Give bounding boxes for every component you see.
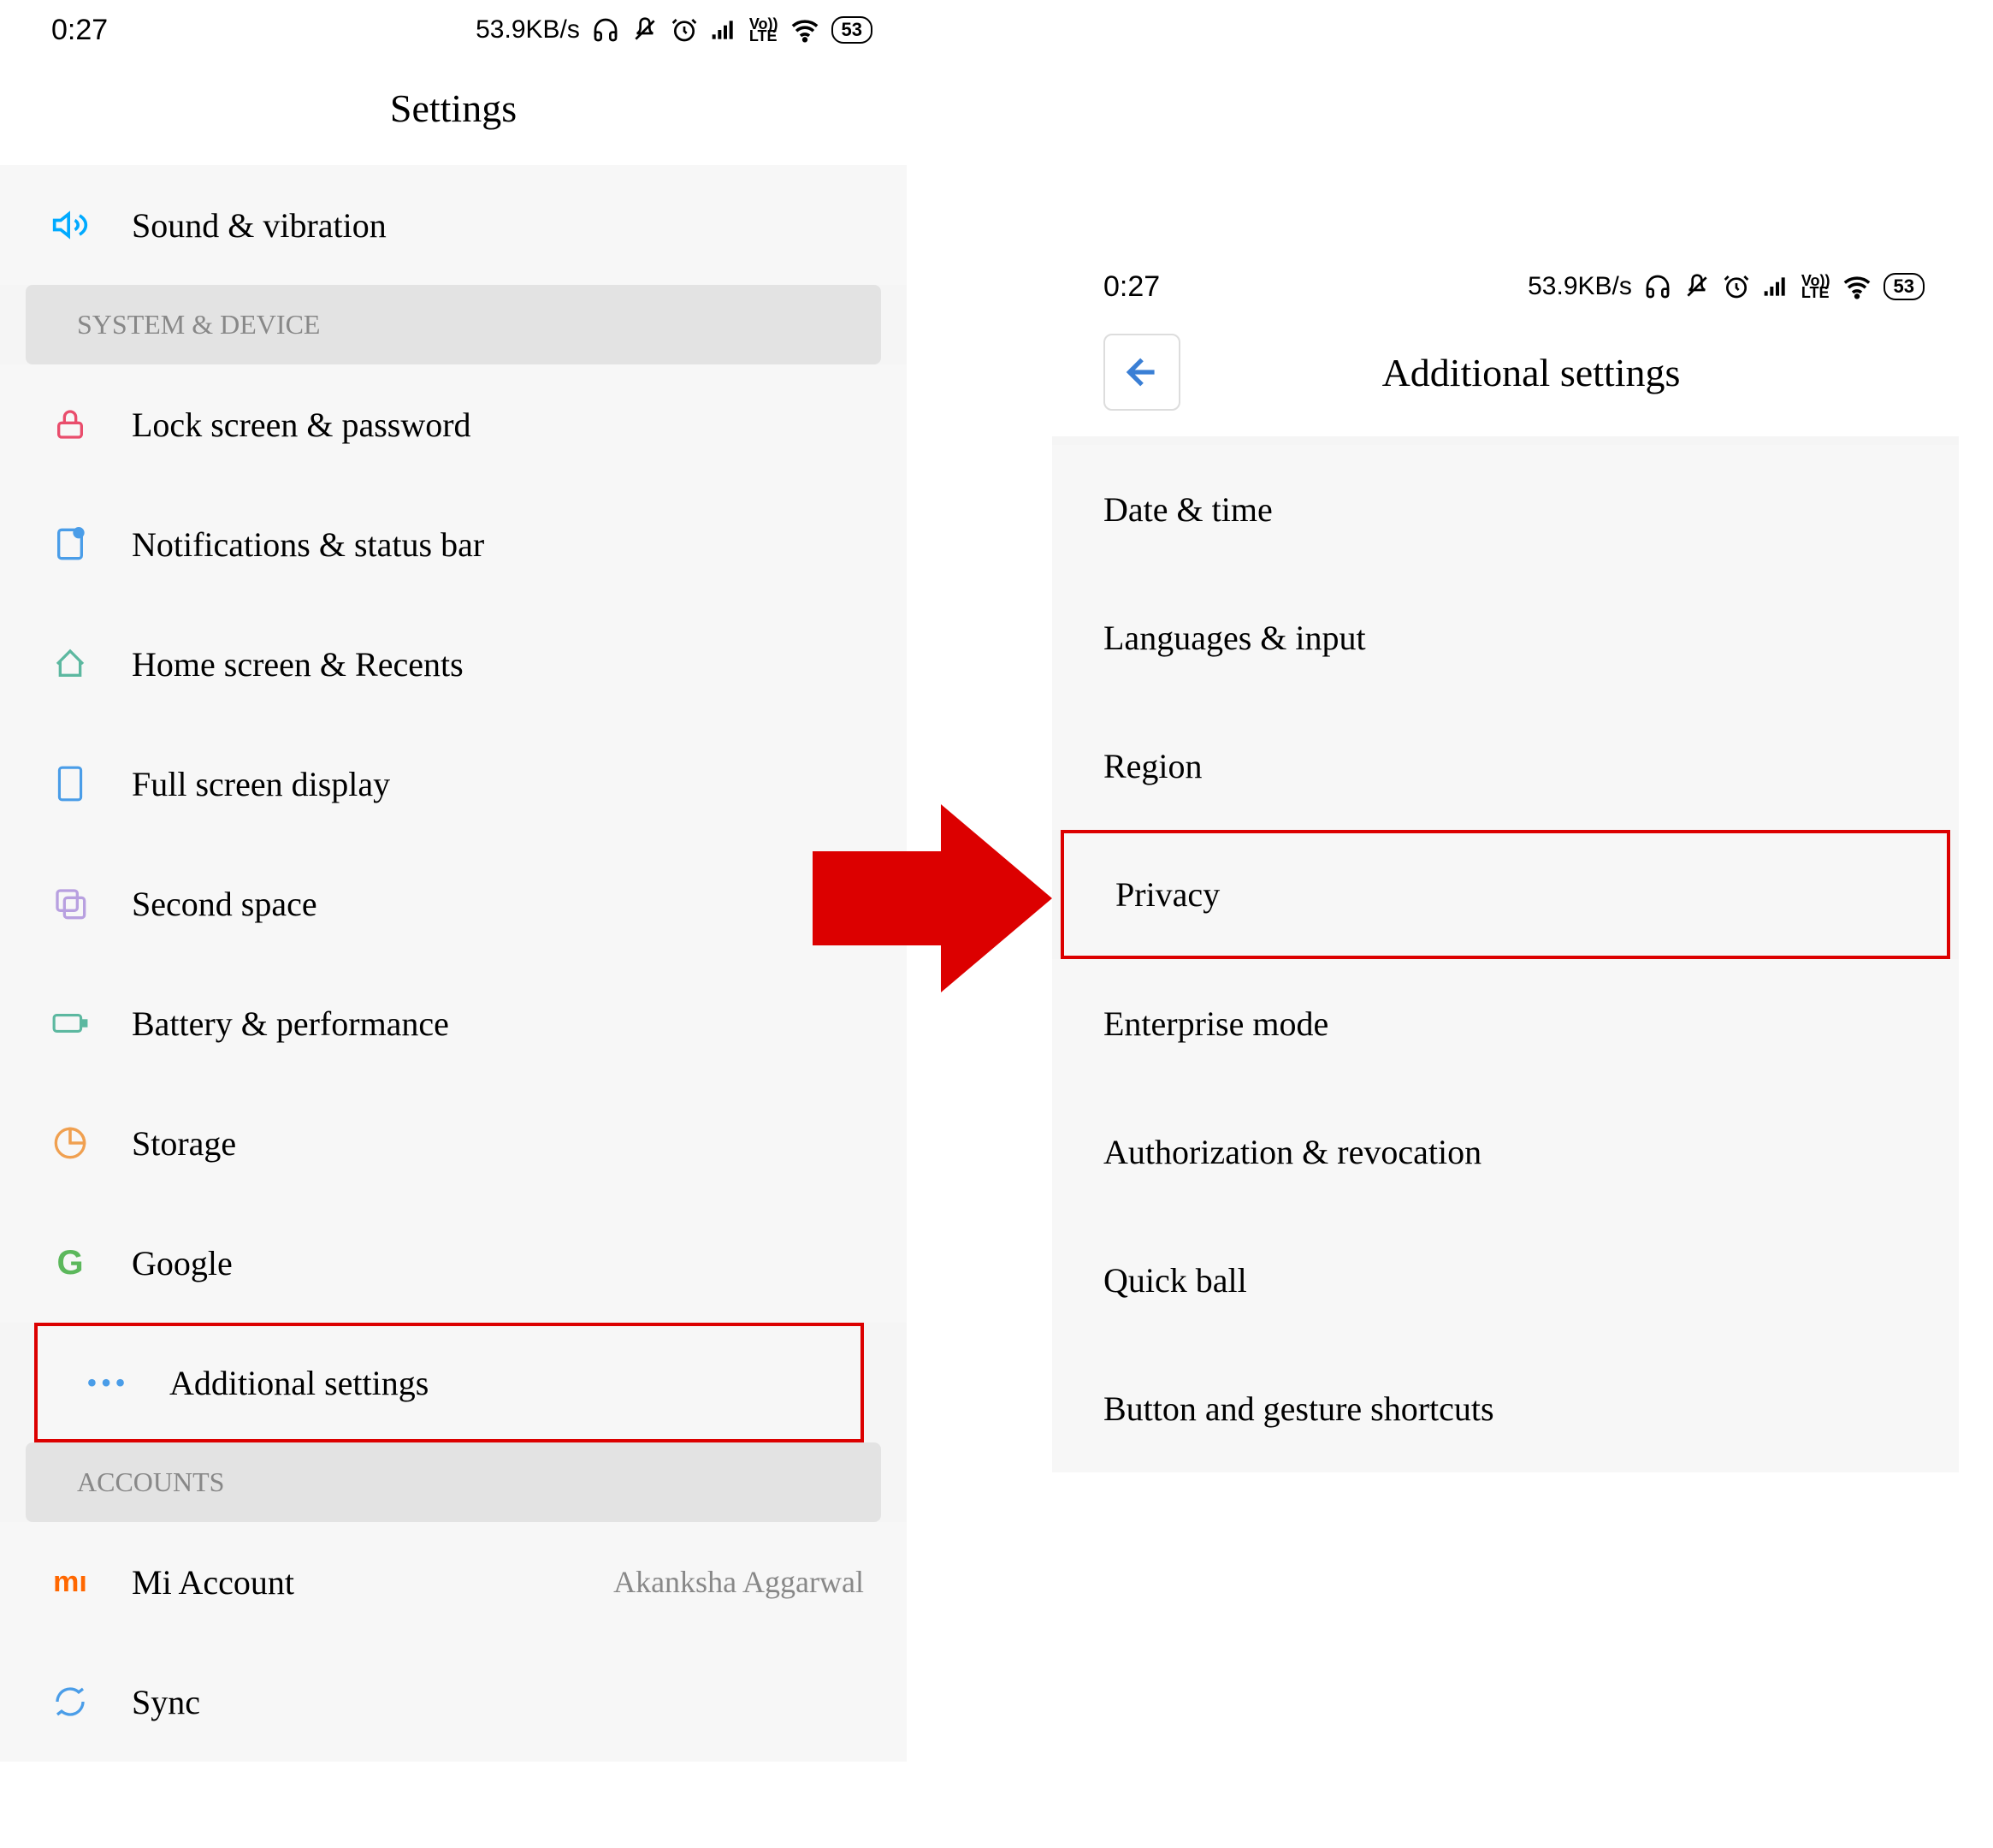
settings-screen: 0:27 53.9KB/s Vo))LTE 53 Settings: [0, 0, 907, 1848]
settings-item-label: Sync: [132, 1682, 881, 1722]
alarm-icon: [671, 16, 698, 44]
storage-icon: [51, 1124, 89, 1162]
home-icon: [51, 645, 89, 683]
additional-item-authorization[interactable]: Authorization & revocation: [1052, 1087, 1959, 1216]
status-time: 0:27: [51, 14, 108, 47]
settings-item-lock[interactable]: Lock screen & password: [0, 364, 907, 484]
signal-icon: [1762, 273, 1789, 300]
status-icons: 53.9KB/s Vo))LTE 53: [1528, 272, 1925, 301]
network-speed: 53.9KB/s: [476, 15, 580, 44]
sound-icon: [51, 206, 89, 244]
status-bar: 0:27 53.9KB/s Vo))LTE 53: [1052, 257, 1959, 317]
additional-settings-screen: 0:27 53.9KB/s Vo))LTE 53 A: [1052, 257, 1959, 1711]
google-icon: G: [51, 1244, 89, 1282]
page-title: Additional settings: [1206, 350, 1933, 395]
section-header-system: SYSTEM & DEVICE: [26, 285, 881, 364]
wifi-icon: [1842, 272, 1872, 301]
battery-icon: [51, 1004, 89, 1042]
settings-item-label: Full screen display: [132, 764, 881, 804]
volte-icon: Vo))LTE: [1801, 275, 1830, 299]
headphones-icon: [1644, 273, 1671, 300]
alarm-icon: [1723, 273, 1750, 300]
settings-item-miaccount[interactable]: mı Mi Account Akanksha Aggarwal: [0, 1522, 907, 1642]
sync-icon: [51, 1683, 89, 1721]
settings-item-label: Additional settings: [169, 1363, 835, 1403]
settings-item-value: Akanksha Aggarwal: [613, 1564, 881, 1600]
page-title: Settings: [0, 60, 907, 165]
battery-indicator: 53: [831, 16, 872, 44]
additional-item-languages[interactable]: Languages & input: [1052, 573, 1959, 702]
wifi-icon: [790, 15, 819, 44]
additional-item-datetime[interactable]: Date & time: [1052, 445, 1959, 573]
title-bar: Additional settings: [1052, 317, 1959, 436]
additional-item-privacy[interactable]: Privacy: [1061, 830, 1950, 959]
settings-item-label: Sound & vibration: [132, 205, 881, 246]
status-time: 0:27: [1103, 270, 1160, 304]
additional-item-quickball[interactable]: Quick ball: [1052, 1216, 1959, 1344]
additional-item-region[interactable]: Region: [1052, 702, 1959, 830]
settings-item-sound[interactable]: Sound & vibration: [0, 165, 907, 285]
settings-item-additional[interactable]: ••• Additional settings: [34, 1323, 864, 1442]
settings-item-label: Mi Account: [132, 1562, 571, 1602]
notifications-icon: [51, 525, 89, 563]
mi-icon: mı: [51, 1563, 89, 1601]
settings-item-fullscreen[interactable]: Full screen display: [0, 724, 907, 844]
settings-item-label: Lock screen & password: [132, 405, 881, 445]
additional-item-shortcuts[interactable]: Button and gesture shortcuts: [1052, 1344, 1959, 1472]
settings-item-secondspace[interactable]: Second space: [0, 844, 907, 963]
signal-icon: [710, 16, 737, 44]
settings-list: Sound & vibration SYSTEM & DEVICE Lock s…: [0, 165, 907, 1762]
mute-icon: [631, 16, 659, 44]
settings-item-label: Notifications & status bar: [132, 524, 881, 565]
headphones-icon: [592, 16, 619, 44]
fullscreen-icon: [51, 765, 89, 803]
network-speed: 53.9KB/s: [1528, 272, 1632, 301]
secondspace-icon: [51, 885, 89, 922]
back-button[interactable]: [1103, 334, 1180, 411]
settings-item-home[interactable]: Home screen & Recents: [0, 604, 907, 724]
settings-item-sync[interactable]: Sync: [0, 1642, 907, 1762]
mute-icon: [1683, 273, 1711, 300]
arrow-annotation: [813, 804, 1052, 992]
volte-icon: Vo))LTE: [749, 18, 778, 42]
settings-item-storage[interactable]: Storage: [0, 1083, 907, 1203]
lock-icon: [51, 406, 89, 443]
additional-item-enterprise[interactable]: Enterprise mode: [1052, 959, 1959, 1087]
settings-item-label: Storage: [132, 1123, 881, 1164]
battery-indicator: 53: [1884, 273, 1925, 300]
more-icon: •••: [89, 1364, 127, 1401]
settings-item-label: Google: [132, 1243, 881, 1283]
status-icons: 53.9KB/s Vo))LTE 53: [476, 15, 872, 44]
settings-item-label: Home screen & Recents: [132, 644, 881, 684]
settings-item-label: Battery & performance: [132, 1004, 881, 1044]
settings-item-google[interactable]: G Google: [0, 1203, 907, 1323]
settings-item-notifications[interactable]: Notifications & status bar: [0, 484, 907, 604]
settings-item-battery[interactable]: Battery & performance: [0, 963, 907, 1083]
settings-item-label: Second space: [132, 884, 881, 924]
section-header-accounts: ACCOUNTS: [26, 1442, 881, 1522]
status-bar: 0:27 53.9KB/s Vo))LTE 53: [0, 0, 907, 60]
additional-settings-list: Date & time Languages & input Region Pri…: [1052, 436, 1959, 1472]
